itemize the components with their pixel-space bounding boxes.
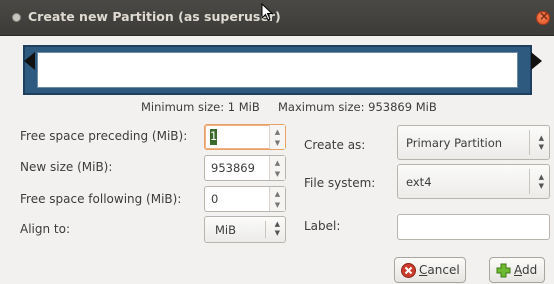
free-space-following-value: 0	[211, 192, 219, 206]
maximum-size-text: Maximum size: 953869 MiB	[278, 100, 437, 114]
free-space-preceding-spinner[interactable]: 1 ▲ ▼	[204, 124, 286, 150]
create-as-value: Primary Partition	[406, 136, 503, 150]
cancel-button-label: Cancel	[419, 263, 460, 277]
resize-handle-left-icon[interactable]	[24, 52, 35, 70]
close-button[interactable]	[536, 9, 550, 25]
add-icon	[496, 263, 511, 278]
combo-arrows-icon: ▲ ▼	[538, 173, 544, 190]
partition-resizer[interactable]	[23, 45, 532, 95]
combo-separator	[529, 130, 530, 155]
new-size-value: 953869	[211, 161, 255, 175]
window-menu-icon[interactable]	[12, 13, 21, 22]
free-space-preceding-label: Free space preceding (MiB):	[20, 129, 188, 143]
window-title: Create new Partition (as superuser)	[28, 9, 281, 24]
cancel-icon	[401, 263, 416, 278]
resize-handle-right-icon[interactable]	[531, 52, 542, 70]
file-system-select[interactable]: ext4 ▲ ▼	[397, 164, 550, 199]
cancel-button[interactable]: Cancel	[394, 257, 466, 283]
file-system-label: File system:	[304, 176, 376, 190]
spinner-arrows-icon[interactable]: ▲ ▼	[269, 156, 285, 180]
file-system-value: ext4	[406, 175, 432, 189]
mouse-cursor-icon	[261, 2, 274, 24]
partition-block[interactable]	[37, 52, 518, 88]
combo-arrows-icon: ▲ ▼	[274, 220, 280, 237]
free-space-following-spinner[interactable]: 0 ▲ ▼	[204, 186, 286, 212]
create-as-select[interactable]: Primary Partition ▲ ▼	[397, 125, 550, 160]
spinner-arrows-icon[interactable]: ▲ ▼	[269, 187, 285, 211]
add-button[interactable]: Add	[489, 257, 545, 283]
align-to-select[interactable]: MiB ▲ ▼	[204, 216, 286, 243]
align-to-value: MiB	[215, 223, 237, 237]
spinner-arrows-icon[interactable]: ▲ ▼	[269, 125, 285, 149]
new-size-spinner[interactable]: 953869 ▲ ▼	[204, 155, 286, 181]
create-as-label: Create as:	[304, 138, 366, 152]
align-to-label: Align to:	[20, 222, 71, 236]
add-button-label: Add	[514, 263, 538, 277]
selected-text-highlight: 1	[210, 129, 218, 145]
minimum-size-text: Minimum size: 1 MiB	[141, 100, 260, 114]
combo-separator	[265, 221, 266, 238]
free-space-following-label: Free space following (MiB):	[20, 192, 182, 206]
partition-label-input[interactable]	[397, 214, 550, 240]
partition-label-label: Label:	[304, 219, 341, 233]
combo-arrows-icon: ▲ ▼	[538, 134, 544, 151]
new-size-label: New size (MiB):	[20, 160, 113, 174]
title-bar: Create new Partition (as superuser)	[0, 0, 554, 36]
combo-separator	[529, 169, 530, 194]
